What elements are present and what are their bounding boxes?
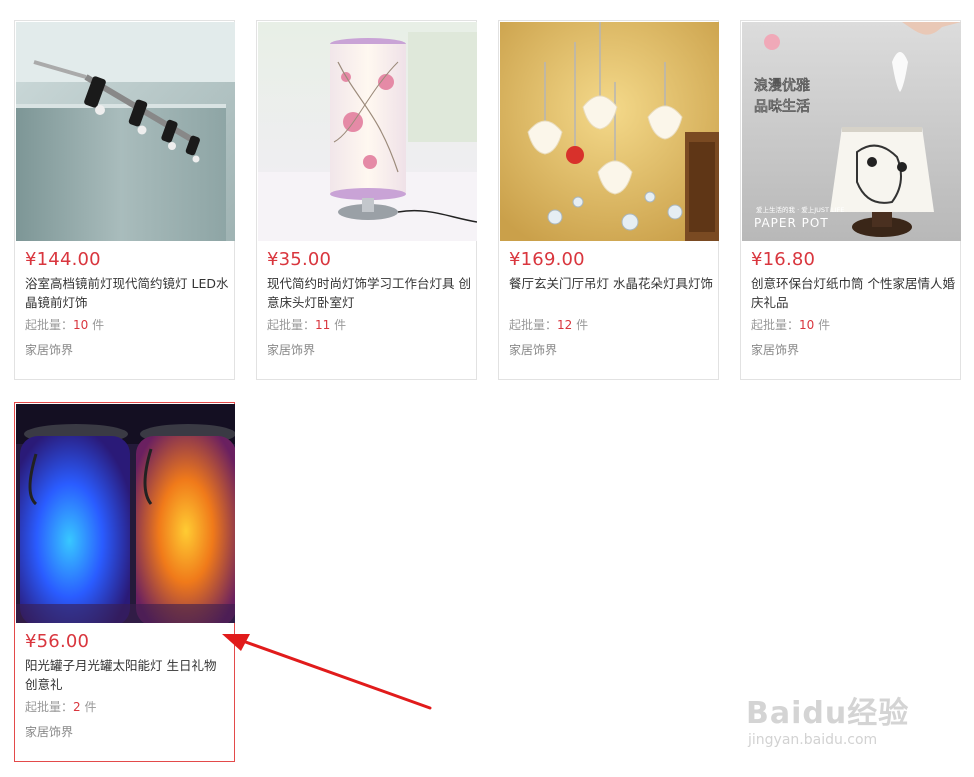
min-order-quantity: 起批量：11 件 [267, 316, 346, 333]
paper-pot-headline-1: 浪漫优雅 [754, 77, 810, 94]
product-card[interactable]: ¥35.00 现代简约时尚灯饰学习工作台灯具 创意床头灯卧室灯 起批量：11 件… [256, 20, 477, 380]
shop-name[interactable]: 家居饰界 [267, 341, 315, 358]
shop-name[interactable]: 家居饰界 [25, 341, 73, 358]
product-title[interactable]: 餐厅玄关门厅吊灯 水晶花朵灯具灯饰 [509, 274, 713, 293]
moq-label: 起批量： [25, 318, 74, 332]
moq-number: 12 [557, 318, 573, 332]
moq-unit: 件 [80, 700, 97, 714]
moq-label: 起批量： [751, 318, 800, 332]
min-order-quantity: 起批量：10 件 [751, 316, 830, 333]
product-title[interactable]: 现代简约时尚灯饰学习工作台灯具 创意床头灯卧室灯 [267, 274, 471, 312]
shop-name[interactable]: 家居饰界 [751, 341, 799, 358]
moq-label: 起批量： [25, 700, 74, 714]
paper-pot-tagline: 爱上生活的我 · 爱上JUST LIFE [756, 205, 844, 214]
paper-pot-headline-2: 品味生活 [754, 98, 810, 115]
product-image-pendant-lamp[interactable] [500, 22, 719, 241]
product-price: ¥16.80 [751, 249, 816, 270]
product-title[interactable]: 创意环保台灯纸巾筒 个性家居情人婚庆礼品 [751, 274, 955, 312]
moq-label: 起批量： [267, 318, 316, 332]
product-title[interactable]: 阳光罐子月光罐太阳能灯 生日礼物 创意礼 [25, 656, 229, 694]
product-image-paper-pot[interactable]: 浪漫优雅 品味生活 爱上生活的我 · 爱上JUST LIFE PAPER POT [742, 22, 961, 241]
product-title[interactable]: 浴室高档镜前灯现代简约镜灯 LED水晶镜前灯饰 [25, 274, 229, 312]
product-price: ¥169.00 [509, 249, 585, 270]
moq-unit: 件 [814, 318, 831, 332]
product-grid: ¥144.00 浴室高档镜前灯现代简约镜灯 LED水晶镜前灯饰 起批量：10 件… [0, 0, 974, 777]
moq-unit: 件 [572, 318, 589, 332]
shop-name[interactable]: 家居饰界 [509, 341, 557, 358]
min-order-quantity: 起批量：12 件 [509, 316, 588, 333]
moq-number: 2 [73, 700, 81, 714]
moq-number: 10 [73, 318, 89, 332]
product-card[interactable]: ¥169.00 餐厅玄关门厅吊灯 水晶花朵灯具灯饰 起批量：12 件 家居饰界 [498, 20, 719, 380]
product-card[interactable]: 浪漫优雅 品味生活 爱上生活的我 · 爱上JUST LIFE PAPER POT… [740, 20, 961, 380]
product-image-solar-jar[interactable] [16, 404, 235, 623]
moq-label: 起批量： [509, 318, 558, 332]
product-price: ¥35.00 [267, 249, 332, 270]
moq-unit: 件 [330, 318, 347, 332]
min-order-quantity: 起批量：10 件 [25, 316, 104, 333]
product-price: ¥56.00 [25, 631, 90, 652]
product-card[interactable]: ¥144.00 浴室高档镜前灯现代简约镜灯 LED水晶镜前灯饰 起批量：10 件… [14, 20, 235, 380]
moq-number: 11 [315, 318, 331, 332]
product-image-table-lamp[interactable] [258, 22, 477, 241]
product-image-mirror-light[interactable] [16, 22, 235, 241]
paper-pot-brand: PAPER POT [754, 216, 829, 230]
product-price: ¥144.00 [25, 249, 101, 270]
product-card-highlighted[interactable]: ¥56.00 阳光罐子月光罐太阳能灯 生日礼物 创意礼 起批量：2 件 家居饰界 [14, 402, 235, 762]
moq-unit: 件 [88, 318, 105, 332]
moq-number: 10 [799, 318, 815, 332]
shop-name[interactable]: 家居饰界 [25, 723, 73, 740]
min-order-quantity: 起批量：2 件 [25, 698, 96, 715]
